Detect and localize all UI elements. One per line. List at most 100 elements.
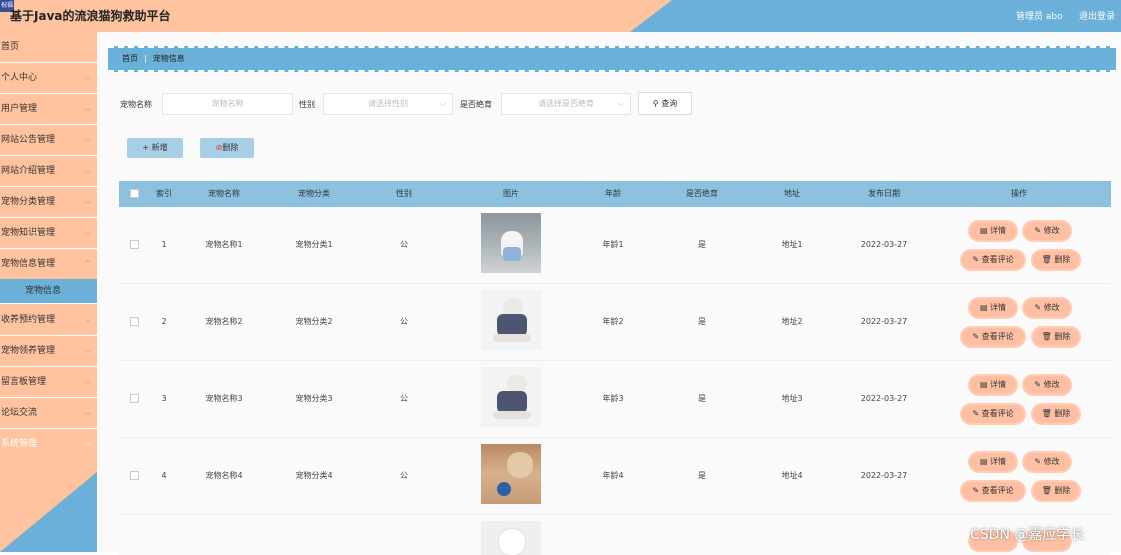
sex-label: 性别 [299,100,315,109]
col-age: 年龄 [605,189,621,198]
cell-address: 地址3 [781,394,803,403]
sidebar-item-adoption-booking[interactable]: 收养预约管理 ⌵ [0,305,97,336]
chevron-down-icon: ⌵ [84,315,91,324]
sidebar-item-notices[interactable]: 网站公告管理 ⌵ [0,125,97,156]
batch-delete-button[interactable]: ⊘删除 [200,138,254,158]
detail-button[interactable]: ▤ 详情 [970,299,1016,317]
chevron-down-icon: ⌵ [84,439,91,448]
app-title: 基于Java的流浪猫狗救助平台 [10,9,171,23]
cell-name: 宠物名称4 [205,471,243,480]
cell-neutered: 是 [698,240,706,249]
document-icon: ▤ [979,457,988,466]
trash-icon: 🗑 [1041,486,1052,495]
chevron-down-icon: ⌵ [84,197,91,206]
cell-address: 地址1 [781,240,803,249]
cell-index: 4 [161,471,167,480]
cell-sex: 公 [400,240,408,249]
row-checkbox[interactable] [130,240,139,249]
col-ops: 操作 [1011,189,1027,198]
cell-neutered: 是 [698,394,706,403]
cell-date: 2022-03-27 [860,240,908,249]
row-checkbox[interactable] [130,471,139,480]
edit-button[interactable]: ✎ 修改 [1024,222,1070,240]
detail-button[interactable]: ▤ 详情 [970,453,1016,471]
cell-category: 宠物分类4 [295,471,333,480]
cell-address: 地址4 [781,471,803,480]
current-user[interactable]: 管理员 abo [1016,9,1063,22]
pencil-icon: ✎ [972,332,980,341]
pencil-icon: ✎ [1034,380,1042,389]
header-peach-diagonal [630,0,672,32]
chevron-down-icon: ⌵ [84,104,91,113]
view-comments-button[interactable]: ✎ 查看评论 [962,482,1024,500]
delete-button[interactable]: 🗑 删除 [1033,405,1079,423]
cell-category: 宠物分类2 [295,317,333,326]
cell-date: 2022-03-27 [860,317,908,326]
cell-sex: 公 [400,394,408,403]
sidebar-item-pet-adoption[interactable]: 宠物领养管理 ⌵ [0,336,97,367]
sidebar-item-pet-knowledge[interactable]: 宠物知识管理 ⌵ [0,218,97,249]
pet-photo [481,521,541,555]
sidebar-item-home[interactable]: 首页 [0,32,97,63]
cell-index: 1 [161,240,167,249]
cell-neutered: 是 [698,317,706,326]
cell-category: 宠物分类3 [295,394,333,403]
sidebar-subitem-pet-info[interactable]: 宠物信息 [0,279,97,304]
cell-age: 年龄2 [602,317,624,326]
document-icon: ▤ [979,380,988,389]
cell-name: 宠物名称3 [205,394,243,403]
detail-button[interactable]: ▤ 详情 [970,376,1016,394]
pet-photo [481,367,541,427]
row-checkbox[interactable] [130,317,139,326]
breadcrumb-home[interactable]: 首页 [122,54,138,63]
pet-photo [481,444,541,504]
chevron-up-icon: ⌃ [84,259,91,268]
edit-button[interactable]: ✎ 修改 [1024,453,1070,471]
logout-link[interactable]: 退出登录 [1079,9,1115,22]
sidebar-item-message-board[interactable]: 留言板管理 ⌵ [0,367,97,398]
cell-category: 宠物分类1 [295,240,333,249]
sidebar-item-pet-category[interactable]: 宠物分类管理 ⌵ [0,187,97,218]
delete-button[interactable]: 🗑 删除 [1033,251,1079,269]
sidebar-item-system[interactable]: 系统管理 ⌵ [0,429,97,460]
view-comments-button[interactable]: ✎ 查看评论 [962,405,1024,423]
delete-button[interactable]: 🗑 删除 [1033,482,1079,500]
sidebar-item-profile[interactable]: 个人中心 ⌵ [0,63,97,94]
neutered-select[interactable]: 请选择是否绝育 ⌵ [501,93,631,115]
row-checkbox[interactable] [130,394,139,403]
chevron-down-icon: ⌵ [84,135,91,144]
chevron-down-icon: ⌵ [439,99,446,108]
edit-button[interactable]: ✎ 修改 [1024,376,1070,394]
select-all-checkbox[interactable] [130,189,139,198]
sidebar-item-pet-info[interactable]: 宠物信息管理 ⌃ [0,249,97,280]
sidebar-item-site-intro[interactable]: 网站介绍管理 ⌵ [0,156,97,187]
sidebar-item-users[interactable]: 用户管理 ⌵ [0,94,97,125]
cell-name: 宠物名称2 [205,317,243,326]
view-comments-button[interactable]: ✎ 查看评论 [962,328,1024,346]
query-button[interactable]: ⚲ 查询 [638,92,692,115]
watermark: CSDN @嘉应学长 [970,527,1085,543]
search-icon: ⚲ [652,99,659,108]
col-name: 宠物名称 [208,189,240,198]
detail-button[interactable]: ▤ 详情 [970,222,1016,240]
edit-button[interactable]: ✎ 修改 [1024,299,1070,317]
pencil-icon: ✎ [972,409,980,418]
pencil-icon: ✎ [1034,303,1042,312]
table-row: 4 宠物名称4 宠物分类4 公 年龄4 是 地址4 2022-03-27 ▤ 详… [119,438,1111,515]
cell-date: 2022-03-27 [860,471,908,480]
col-image: 图片 [503,189,519,198]
delete-button[interactable]: 🗑 删除 [1033,328,1079,346]
col-address: 地址 [784,189,800,198]
add-button[interactable]: + 新增 [127,138,183,158]
trash-icon: 🗑 [1041,255,1052,264]
view-comments-button[interactable]: ✎ 查看评论 [962,251,1024,269]
cell-sex: 公 [400,317,408,326]
header-bar: 祝福 基于Java的流浪猫狗救助平台 管理员 abo 退出登录 [0,0,1121,32]
pet-name-input[interactable]: 宠物名称 [162,93,293,115]
pencil-icon: ✎ [972,486,980,495]
sex-select[interactable]: 请选择性别 ⌵ [323,93,453,115]
main-content: 首页 | 宠物信息 宠物名称 宠物名称 性别 请选择性别 ⌵ 是否绝育 请选择是否绝育… [97,32,1121,555]
sidebar-item-forum[interactable]: 论坛交流 ⌵ [0,398,97,429]
chevron-down-icon: ⌵ [84,73,91,82]
col-date: 发布日期 [868,189,900,198]
